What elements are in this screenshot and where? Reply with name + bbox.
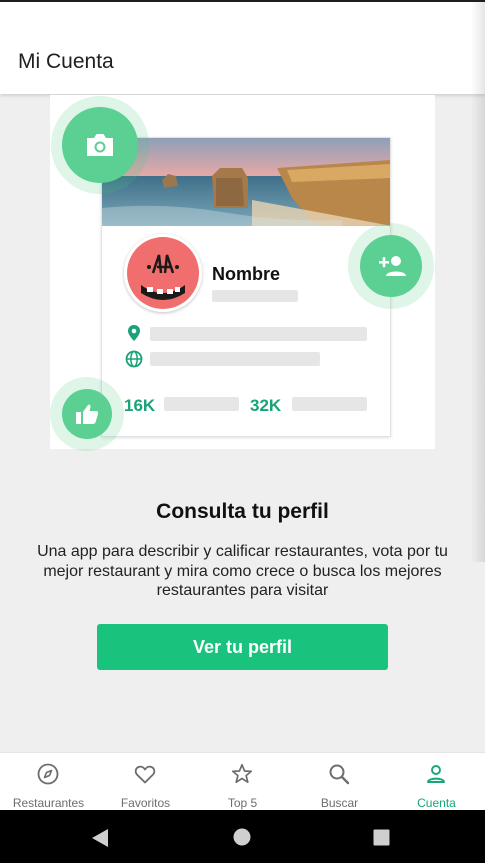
profile-illustration: Nombre 16K 32K: [50, 95, 435, 451]
star-icon: [231, 763, 253, 784]
nav-item-buscar[interactable]: Buscar: [291, 753, 388, 811]
nav-item-cuenta[interactable]: Cuenta: [388, 753, 485, 811]
person-icon: [427, 765, 445, 783]
recents-icon[interactable]: [373, 829, 390, 846]
nav-label: Top 5: [227, 796, 258, 810]
nav-item-top5[interactable]: Top 5: [194, 753, 291, 811]
nav-label: Cuenta: [417, 796, 456, 810]
back-icon[interactable]: [91, 828, 109, 848]
profile-name: Nombre: [212, 264, 281, 284]
following-label-placeholder: [292, 397, 367, 411]
nav-label: Buscar: [320, 796, 359, 810]
camera-icon: [87, 134, 113, 156]
headline: Consulta tu perfil: [156, 500, 329, 523]
search-icon: [329, 764, 350, 785]
bottom-navigation: Restaurantes Favoritos Top 5 Buscar Cuen…: [0, 752, 485, 810]
home-icon[interactable]: [233, 828, 251, 846]
username-placeholder: [212, 290, 298, 302]
followers-count: 16K: [124, 396, 156, 415]
globe-icon: [125, 350, 143, 368]
add-person-icon: [379, 256, 406, 276]
avatar: [124, 234, 202, 312]
thumbs-up-icon: [76, 404, 99, 424]
nav-label: Restaurantes: [12, 796, 85, 810]
view-profile-button[interactable]: Ver tu perfil: [97, 624, 388, 670]
followers-label-placeholder: [164, 397, 239, 411]
nav-item-restaurantes[interactable]: Restaurantes: [0, 753, 97, 811]
profile-card-preview: Nombre 16K 32K: [101, 137, 391, 437]
following-count: 32K: [250, 396, 282, 415]
camera-badge: [51, 96, 149, 194]
location-placeholder: [150, 327, 367, 341]
nav-item-favoritos[interactable]: Favoritos: [97, 753, 194, 811]
heart-icon: [134, 765, 156, 784]
nav-label: Favoritos: [120, 796, 171, 810]
system-navigation-bar: [0, 810, 485, 863]
page-title: Mi Cuenta: [18, 50, 114, 73]
app-bar: Mi Cuenta: [0, 2, 485, 94]
drawer-edge-shadow: [471, 2, 485, 562]
add-friend-badge: [348, 223, 434, 309]
like-badge: [50, 377, 124, 451]
location-icon: [128, 325, 140, 341]
description: Una app para describir y calificar resta…: [37, 543, 448, 599]
website-placeholder: [150, 352, 320, 366]
compass-icon: [37, 763, 59, 785]
